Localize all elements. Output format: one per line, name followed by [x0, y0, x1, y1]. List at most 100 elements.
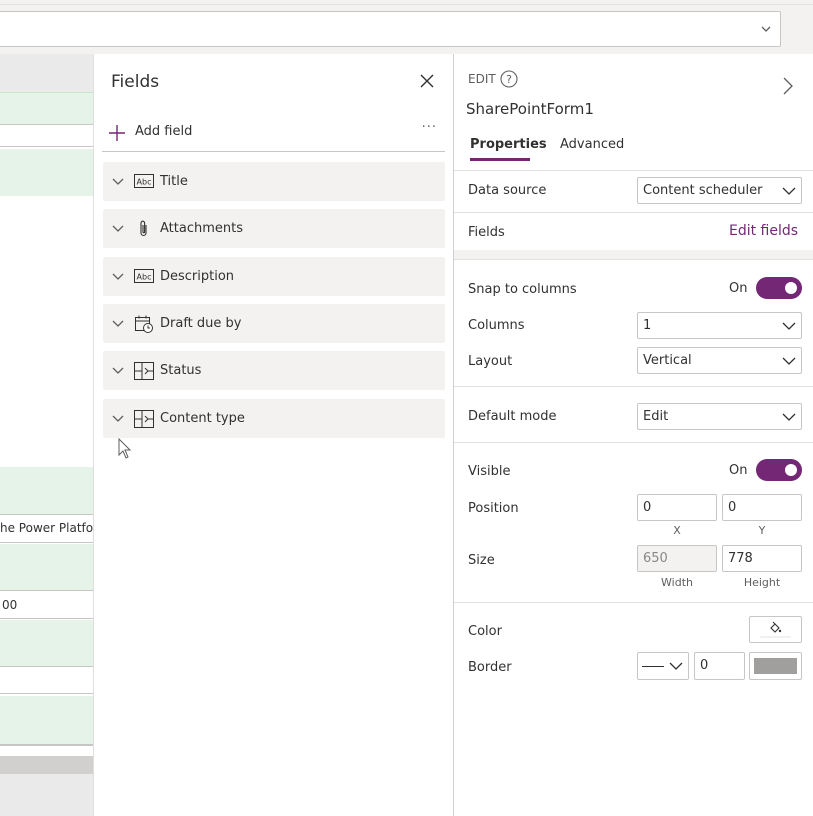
color-label: Color: [468, 624, 502, 639]
properties-panel: EDIT ? SharePointForm1 Properties Advanc…: [454, 54, 813, 816]
border-color-swatch: [754, 658, 797, 674]
svg-text:Abc: Abc: [137, 273, 152, 282]
edit-fields-link[interactable]: Edit fields: [729, 223, 798, 239]
field-item-content-type[interactable]: Content type: [103, 399, 445, 438]
position-y-input[interactable]: 0: [722, 494, 802, 521]
form-row: [0, 696, 94, 744]
border-width-input[interactable]: 0: [694, 652, 745, 680]
text-field-icon: Abc: [134, 174, 154, 188]
chevron-down-icon[interactable]: [111, 317, 125, 331]
default-mode-dropdown[interactable]: Edit: [637, 403, 802, 430]
border-color-button[interactable]: [749, 652, 802, 680]
tab-advanced[interactable]: Advanced: [560, 137, 624, 152]
form-row: [0, 544, 94, 590]
default-mode-value: Edit: [643, 409, 669, 424]
help-icon[interactable]: ?: [500, 70, 518, 88]
tab-properties[interactable]: Properties: [470, 137, 547, 152]
form-name: SharePointForm1: [466, 100, 594, 118]
app-canvas: he Power Platforn 00: [0, 54, 94, 816]
active-tab-indicator: [470, 158, 530, 161]
chevron-down-icon[interactable]: [760, 23, 772, 35]
toggle-knob: [785, 282, 797, 294]
svg-text:Abc: Abc: [137, 178, 152, 187]
form-field-value: he Power Platforn: [0, 521, 94, 535]
border-style-preview: [642, 666, 664, 667]
field-item-draft-due-by[interactable]: Draft due by: [103, 304, 445, 343]
chevron-down-icon[interactable]: [111, 270, 125, 284]
snap-to-columns-toggle[interactable]: [756, 277, 802, 299]
paint-bucket-icon: [770, 621, 782, 633]
y-label: Y: [758, 524, 766, 537]
chevron-down-icon[interactable]: [111, 222, 125, 236]
divider: [454, 386, 813, 387]
height-label: Height: [743, 576, 781, 589]
horizontal-scrollbar[interactable]: [0, 756, 94, 774]
width-label: Width: [661, 576, 693, 589]
color-swatch: [760, 636, 791, 638]
size-width-value: 650: [643, 551, 668, 566]
add-field-button[interactable]: Add field ···: [102, 116, 445, 152]
field-label: Description: [160, 269, 235, 284]
close-icon[interactable]: [419, 73, 435, 89]
position-x-value: 0: [643, 500, 652, 515]
chevron-down-icon[interactable]: [111, 412, 125, 426]
section-divider: [454, 250, 813, 260]
fields-label: Fields: [468, 225, 505, 240]
panel-title: Fields: [111, 72, 160, 92]
border-width-value: 0: [700, 658, 709, 673]
size-width-input[interactable]: 650: [637, 545, 717, 572]
data-source-label: Data source: [468, 183, 547, 198]
plus-icon: [109, 125, 125, 141]
field-label: Title: [160, 174, 188, 189]
chevron-down-icon[interactable]: [111, 175, 125, 189]
chevron-down-icon: [669, 662, 683, 670]
form-row: [0, 149, 94, 196]
field-label: Attachments: [160, 221, 243, 236]
size-height-value: 778: [728, 551, 753, 566]
visible-state-label: On: [729, 463, 748, 478]
border-style-dropdown[interactable]: [637, 652, 689, 680]
calendar-clock-icon: [135, 315, 153, 333]
chevron-right-icon[interactable]: [782, 77, 794, 95]
form-row: [0, 467, 94, 514]
chevron-down-icon: [782, 187, 796, 195]
visible-toggle[interactable]: [756, 459, 802, 481]
form-row: [0, 92, 94, 124]
snap-to-columns-label: Snap to columns: [468, 282, 577, 297]
text-field-icon: Abc: [134, 269, 154, 283]
chevron-down-icon[interactable]: [111, 364, 125, 378]
divider: [454, 212, 813, 213]
divider: [0, 4, 813, 5]
size-height-input[interactable]: 778: [722, 545, 802, 572]
data-source-dropdown[interactable]: Content scheduler: [637, 177, 802, 204]
visible-label: Visible: [468, 464, 511, 479]
position-label: Position: [468, 501, 519, 516]
field-label: Draft due by: [160, 316, 242, 331]
edit-label: EDIT: [468, 72, 496, 86]
mouse-cursor-icon: [118, 438, 132, 459]
layout-dropdown[interactable]: Vertical: [637, 347, 802, 374]
divider: [454, 602, 813, 603]
svg-text:?: ?: [506, 73, 512, 86]
size-label: Size: [468, 553, 495, 568]
x-label: X: [673, 524, 681, 537]
color-picker-button[interactable]: [749, 616, 802, 643]
field-item-description[interactable]: Abc Description: [103, 257, 445, 296]
columns-dropdown[interactable]: 1: [637, 312, 802, 339]
form-field-value: 00: [2, 598, 18, 612]
field-item-attachments[interactable]: Attachments: [103, 209, 445, 248]
choice-field-icon: [134, 410, 154, 428]
field-item-status[interactable]: Status: [103, 351, 445, 390]
formula-dropdown[interactable]: [0, 11, 781, 47]
divider: [454, 170, 813, 171]
form-preview[interactable]: he Power Platforn 00: [0, 54, 94, 774]
data-source-value: Content scheduler: [643, 183, 763, 198]
add-field-label: Add field: [135, 124, 193, 139]
form-header: [0, 54, 94, 92]
fields-panel: Fields Add field ··· Abc Title Attachmen…: [93, 54, 454, 816]
layout-value: Vertical: [643, 353, 692, 368]
field-item-title[interactable]: Abc Title: [103, 162, 445, 201]
more-options-icon[interactable]: ···: [422, 120, 437, 135]
form-row: [0, 666, 94, 694]
position-x-input[interactable]: 0: [637, 494, 717, 521]
